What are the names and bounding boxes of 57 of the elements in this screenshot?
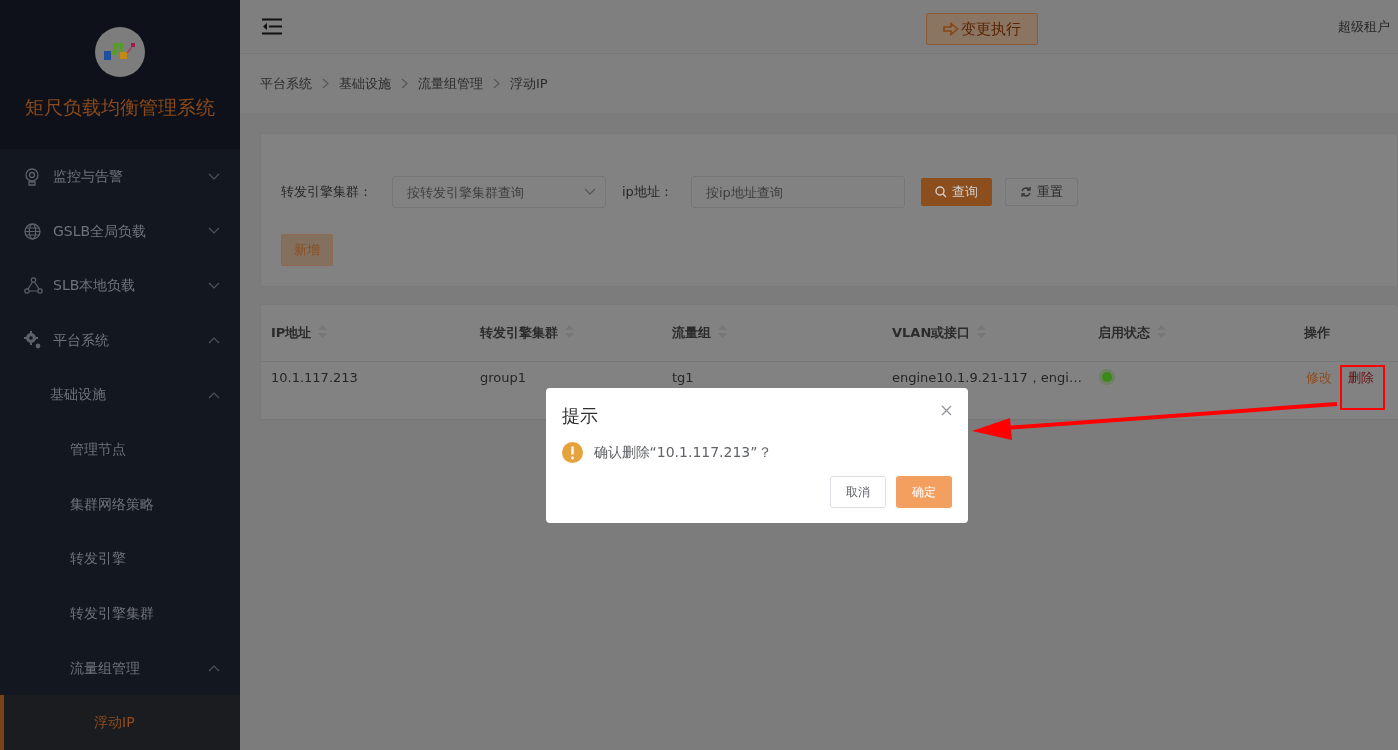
chevron-up-icon xyxy=(208,664,220,672)
column-header[interactable]: 流量组 xyxy=(662,305,882,361)
chevron-right-icon xyxy=(401,78,408,89)
chevron-down-icon xyxy=(584,188,596,196)
column-header: 操作 xyxy=(1294,305,1398,361)
search-button[interactable]: 查询 xyxy=(920,178,992,206)
highlight-frame xyxy=(1340,365,1385,410)
network-nodes-icon xyxy=(24,277,43,295)
column-header[interactable]: 转发引擎集群 xyxy=(470,305,662,361)
filter-label: 转发引擎集群： xyxy=(281,183,372,202)
close-button[interactable] xyxy=(941,405,952,416)
breadcrumb-item: 浮动IP xyxy=(510,74,548,93)
menu-item[interactable]: 转发引擎集群 xyxy=(0,586,240,641)
menu-fold-icon xyxy=(262,18,282,35)
system-title: 矩尺负载均衡管理系统 xyxy=(25,95,215,121)
column-header[interactable]: IP地址 xyxy=(261,305,470,361)
menu-item[interactable]: 监控与告警 xyxy=(0,149,240,204)
location-pin-icon xyxy=(24,167,40,186)
menu-item[interactable]: 流量组管理 xyxy=(0,640,240,696)
menu-item[interactable]: 浮动IP xyxy=(0,695,240,750)
change-execute-button[interactable]: 变更执行 xyxy=(926,13,1038,45)
menu-item[interactable]: 管理节点 xyxy=(0,422,240,477)
chevron-down-icon xyxy=(208,281,220,290)
chevron-right-icon xyxy=(493,78,500,89)
reset-button[interactable]: 重置 xyxy=(1004,178,1078,206)
menu-item[interactable]: 基础设施 xyxy=(0,367,240,423)
logo xyxy=(95,27,145,78)
arrow-right-icon xyxy=(943,22,959,36)
delete-link[interactable]: 删除 xyxy=(1346,367,1376,387)
breadcrumb-item[interactable]: 基础设施 xyxy=(339,73,391,94)
menu-item[interactable]: 转发引擎 xyxy=(0,531,240,587)
menu-item[interactable]: 集群网络策略 xyxy=(0,476,240,532)
column-header[interactable]: 启用状态 xyxy=(1088,305,1294,361)
chevron-up-icon xyxy=(208,336,220,345)
warning-icon xyxy=(562,442,583,463)
menu-item[interactable]: SLB本地负载 xyxy=(0,258,240,314)
globe-icon xyxy=(24,222,41,240)
dialog-message: 确认删除“10.1.117.213”？ xyxy=(593,443,772,462)
column-header[interactable]: VLAN或接口 xyxy=(882,305,1088,361)
refresh-icon xyxy=(1019,186,1032,198)
confirm-button[interactable]: 确定 xyxy=(896,476,952,508)
chevron-right-icon xyxy=(322,78,329,89)
breadcrumb-item[interactable]: 平台系统 xyxy=(260,73,312,94)
chevron-up-icon xyxy=(208,390,220,399)
input-field[interactable]: 按ip地址查询 xyxy=(690,176,905,208)
table-cell: 10.1.117.213 xyxy=(261,361,470,419)
chevron-down-icon xyxy=(208,172,220,181)
select-field[interactable]: 按转发引擎集群查询 xyxy=(392,176,606,208)
search-icon xyxy=(934,186,947,198)
user-name[interactable]: 超级租户 xyxy=(1338,16,1390,37)
menu-item[interactable]: GSLB全局负载 xyxy=(0,203,240,259)
chevron-down-icon xyxy=(208,227,220,236)
gears-icon xyxy=(24,331,41,350)
breadcrumb-item[interactable]: 流量组管理 xyxy=(418,73,483,94)
cancel-button[interactable]: 取消 xyxy=(830,476,887,508)
filter-label: ip地址： xyxy=(622,183,673,202)
menu-item[interactable]: 平台系统 xyxy=(0,313,240,368)
